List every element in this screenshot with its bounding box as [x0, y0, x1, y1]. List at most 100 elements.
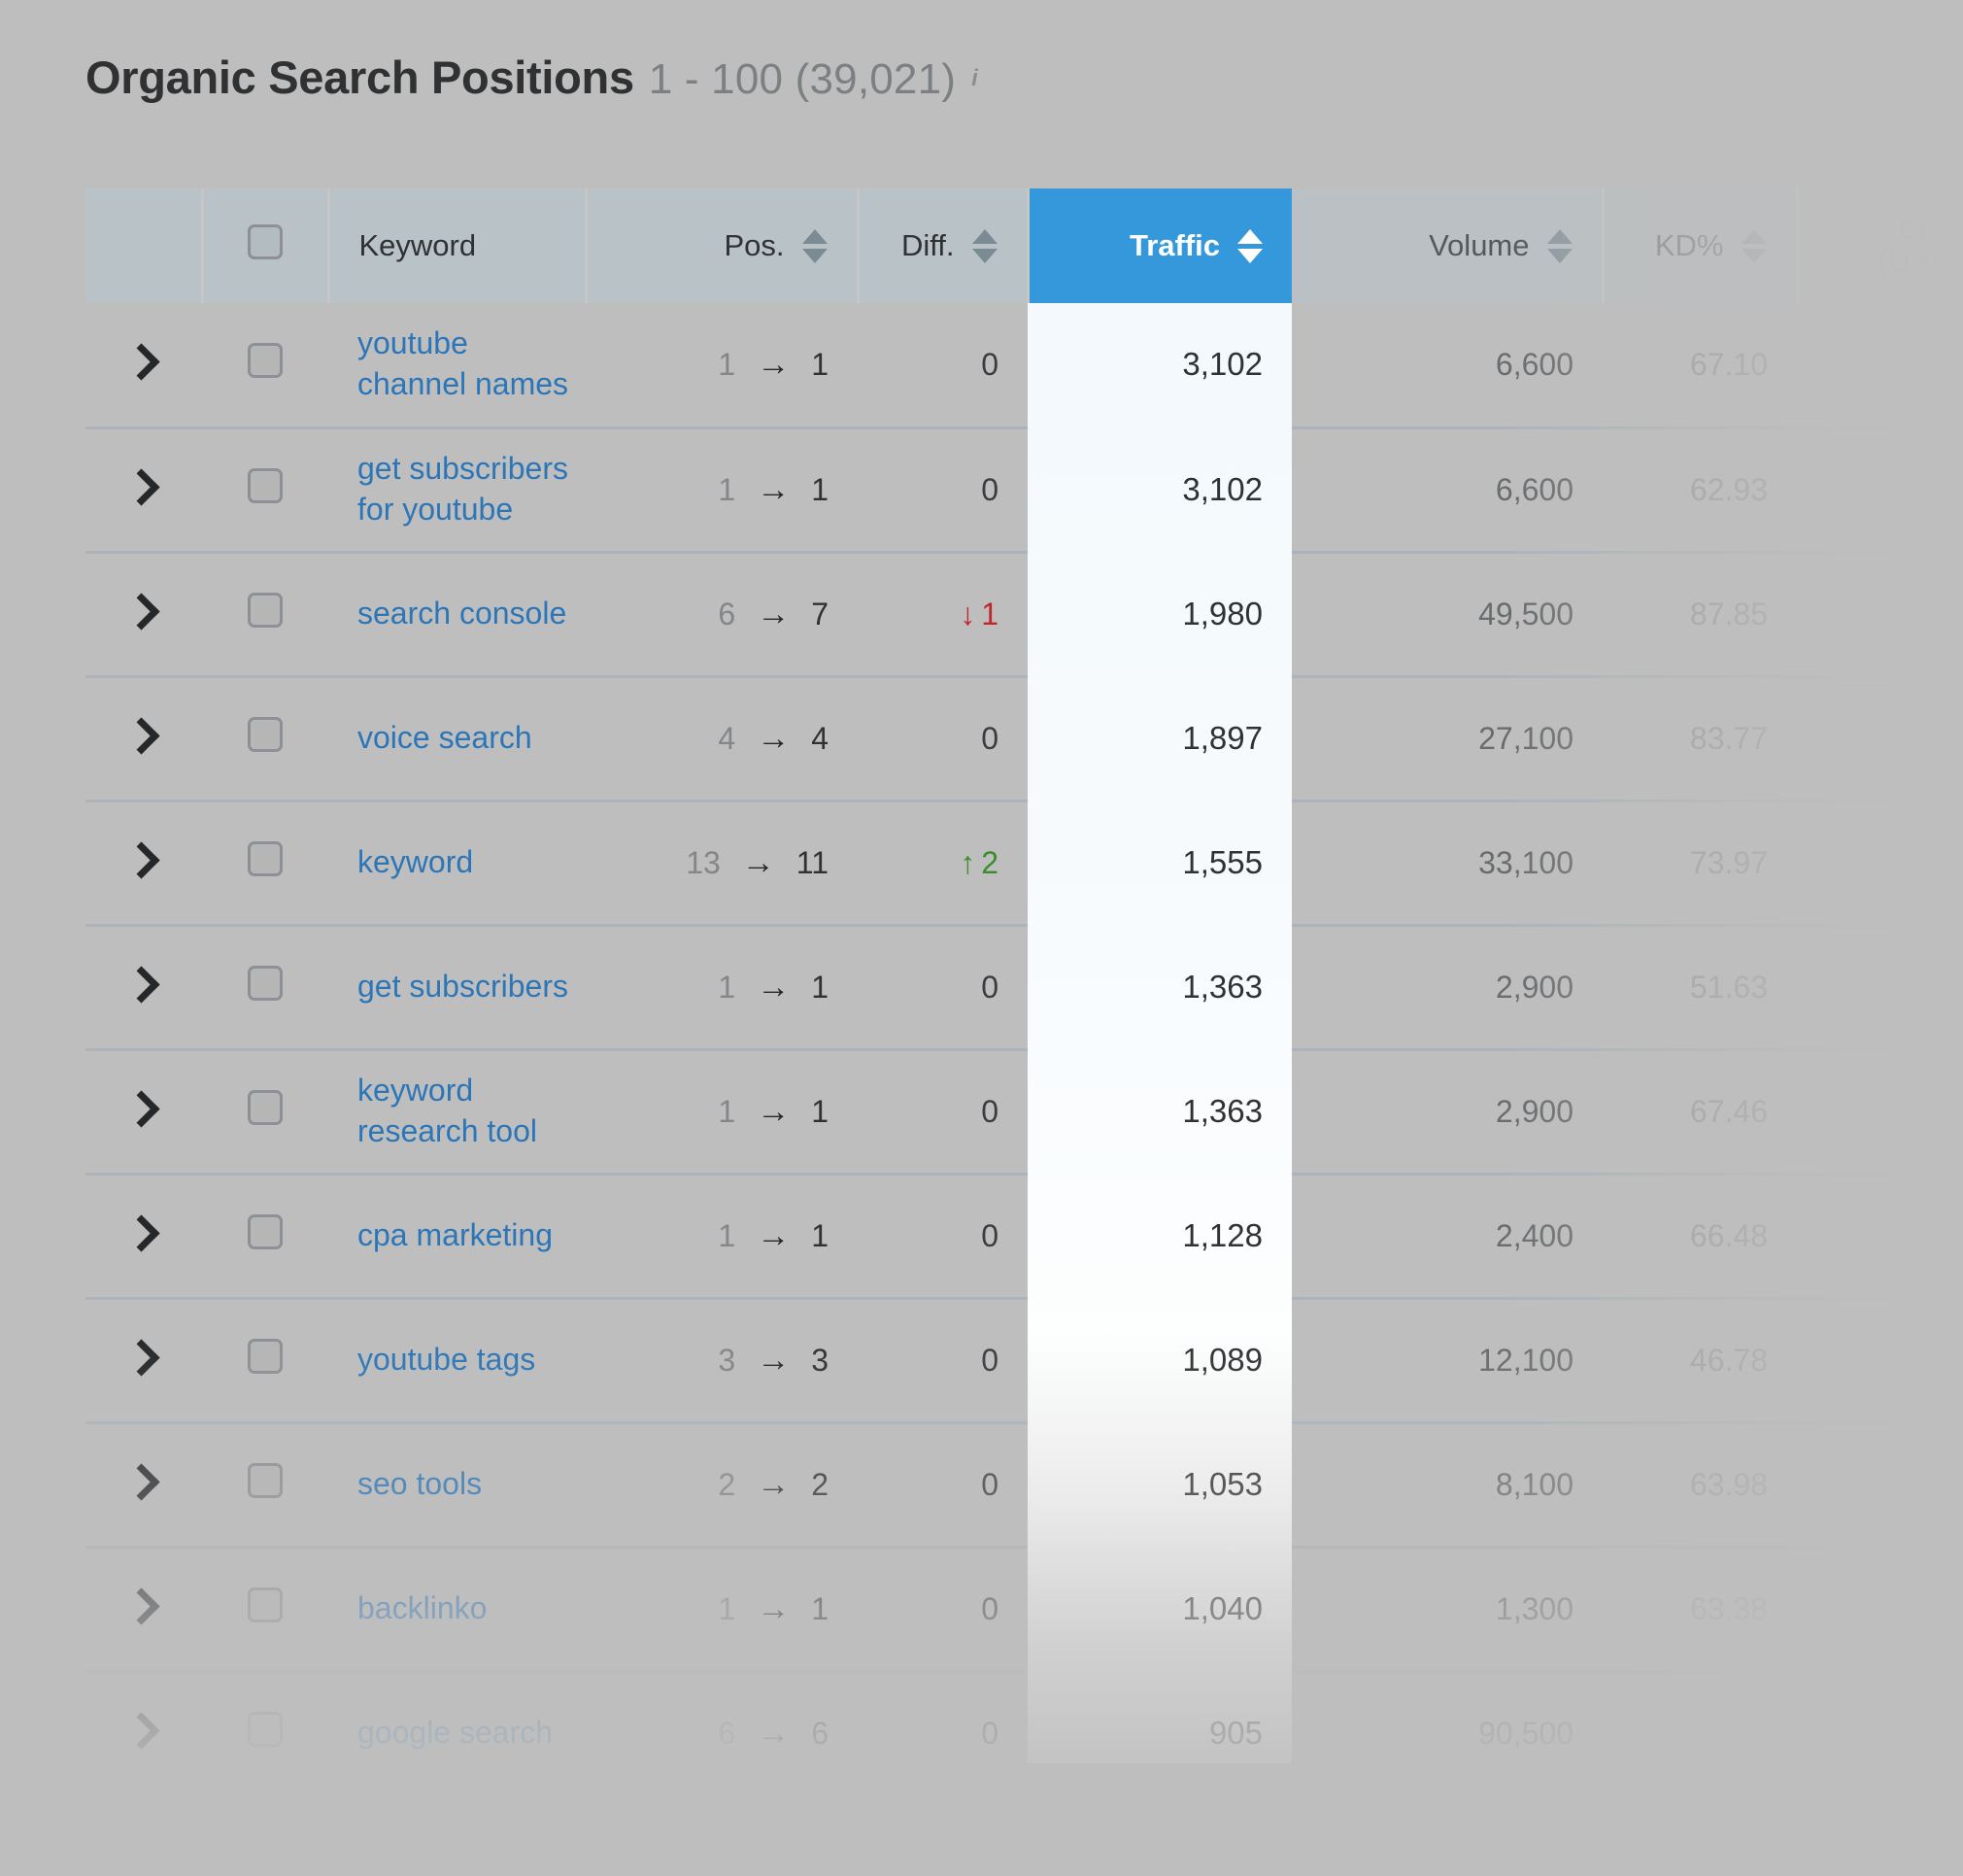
column-header-keyword[interactable]: Keyword: [328, 188, 588, 303]
keyword-cell[interactable]: youtube tags: [328, 1298, 586, 1424]
keyword-link[interactable]: google search: [357, 1713, 576, 1754]
sort-arrows-icon[interactable]: [1237, 228, 1263, 263]
chevron-right-icon[interactable]: [121, 1462, 160, 1501]
column-header-volume[interactable]: Volume: [1292, 188, 1605, 303]
row-select-cell[interactable]: [202, 1422, 328, 1549]
sort-arrows-icon[interactable]: [1546, 228, 1573, 263]
row-expand-cell[interactable]: [85, 676, 202, 802]
table-row[interactable]: search console 6 → 7 ↓ 1 1,980 49,500 87.85 1.: [85, 552, 1963, 678]
row-select-cell[interactable]: [202, 801, 328, 927]
keyword-cell[interactable]: get subscribers: [328, 925, 586, 1051]
row-checkbox[interactable]: [248, 468, 283, 503]
keyword-cell[interactable]: keyword: [328, 801, 586, 927]
keyword-cell[interactable]: seo tools: [328, 1422, 586, 1549]
keyword-link[interactable]: keyword research tool: [357, 1071, 576, 1152]
row-expand-cell[interactable]: [85, 303, 202, 429]
chevron-right-icon[interactable]: [121, 965, 160, 1004]
chevron-right-icon[interactable]: [121, 467, 160, 506]
row-select-cell[interactable]: [202, 427, 328, 554]
chevron-right-icon[interactable]: [121, 1338, 160, 1377]
column-header-traffic[interactable]: Traffic: [1028, 188, 1292, 303]
row-checkbox[interactable]: [248, 343, 283, 379]
column-header-cpc[interactable]: CPC (USD): [1797, 188, 1963, 303]
keyword-cell[interactable]: voice search: [328, 676, 586, 802]
sort-arrows-icon[interactable]: [1741, 228, 1767, 263]
row-checkbox[interactable]: [248, 1712, 283, 1747]
chevron-right-icon[interactable]: [121, 1213, 160, 1252]
row-expand-cell[interactable]: [85, 427, 202, 554]
table-row[interactable]: voice search 4 → 4 0 1,897 27,100 83.77 0.: [85, 676, 1963, 802]
row-expand-cell[interactable]: [85, 925, 202, 1051]
table-row[interactable]: backlinko 1 → 1 0 1,040 1,300 63.38: [85, 1547, 1963, 1673]
table-row[interactable]: google search 6 → 6 0 905 90,500: [85, 1671, 1963, 1797]
table-row[interactable]: keyword research tool 1 → 1 0 1,363 2,900 67.46…: [85, 1049, 1963, 1176]
table-row[interactable]: keyword 13 → 11 ↑ 2 1,555 33,100 73.97 4.: [85, 801, 1963, 927]
row-checkbox[interactable]: [248, 1339, 283, 1374]
sort-arrows-icon[interactable]: [971, 228, 998, 263]
table-row[interactable]: cpa marketing 1 → 1 0 1,128 2,400 66.48 13: [85, 1174, 1963, 1300]
row-checkbox[interactable]: [248, 841, 283, 876]
column-header-diff[interactable]: Diff.: [858, 188, 1030, 303]
row-select-cell[interactable]: [202, 1174, 328, 1300]
keyword-link[interactable]: keyword: [357, 842, 576, 883]
chevron-right-icon[interactable]: [121, 1089, 160, 1128]
row-checkbox[interactable]: [248, 1587, 283, 1622]
table-row[interactable]: get subscribers for youtube 1 → 1 0 3,102 6,60…: [85, 427, 1963, 554]
row-checkbox[interactable]: [248, 1090, 283, 1125]
keyword-link[interactable]: cpa marketing: [357, 1215, 576, 1256]
chevron-right-icon[interactable]: [121, 1711, 160, 1750]
info-icon[interactable]: i: [971, 65, 978, 92]
keyword-link[interactable]: backlinko: [357, 1588, 576, 1629]
row-select-cell[interactable]: [202, 552, 328, 678]
row-select-cell[interactable]: [202, 925, 328, 1051]
row-expand-cell[interactable]: [85, 1547, 202, 1673]
keyword-cell[interactable]: youtube channel names: [328, 303, 586, 429]
keyword-link[interactable]: youtube tags: [357, 1340, 576, 1381]
keyword-link[interactable]: get subscribers for youtube: [357, 449, 576, 530]
chevron-right-icon[interactable]: [121, 592, 160, 631]
keyword-link[interactable]: youtube channel names: [357, 324, 576, 405]
arrow-up-icon: ↑: [960, 844, 976, 880]
row-expand-cell[interactable]: [85, 1049, 202, 1176]
keyword-cell[interactable]: get subscribers for youtube: [328, 427, 586, 554]
keyword-cell[interactable]: google search: [328, 1671, 586, 1797]
chevron-right-icon[interactable]: [121, 840, 160, 879]
row-expand-cell[interactable]: [85, 552, 202, 678]
table-row[interactable]: youtube tags 3 → 3 0 1,089 12,100 46.78: [85, 1298, 1963, 1424]
row-select-cell[interactable]: [202, 1298, 328, 1424]
table-row[interactable]: seo tools 2 → 2 0 1,053 8,100 63.98 1: [85, 1422, 1963, 1549]
chevron-right-icon[interactable]: [121, 1586, 160, 1625]
row-checkbox[interactable]: [248, 1214, 283, 1249]
row-select-cell[interactable]: [202, 303, 328, 429]
keyword-cell[interactable]: keyword research tool: [328, 1049, 586, 1176]
row-expand-cell[interactable]: [85, 801, 202, 927]
chevron-right-icon[interactable]: [121, 716, 160, 755]
row-expand-cell[interactable]: [85, 1298, 202, 1424]
row-select-cell[interactable]: [202, 1547, 328, 1673]
column-header-kd[interactable]: KD%: [1603, 188, 1799, 303]
select-all-checkbox[interactable]: [248, 224, 283, 259]
row-checkbox[interactable]: [248, 717, 283, 752]
keyword-cell[interactable]: backlinko: [328, 1547, 586, 1673]
row-checkbox[interactable]: [248, 1463, 283, 1498]
column-header-select-all[interactable]: [202, 188, 330, 303]
row-expand-cell[interactable]: [85, 1422, 202, 1549]
keyword-cell[interactable]: search console: [328, 552, 586, 678]
chevron-right-icon[interactable]: [121, 343, 160, 381]
table-row[interactable]: youtube channel names 1 → 1 0 3,102 6,600 67.10…: [85, 303, 1963, 429]
row-checkbox[interactable]: [248, 593, 283, 628]
column-header-pos[interactable]: Pos.: [586, 188, 860, 303]
keyword-link[interactable]: voice search: [357, 718, 576, 759]
row-expand-cell[interactable]: [85, 1671, 202, 1797]
sort-arrows-icon[interactable]: [801, 228, 828, 263]
row-select-cell[interactable]: [202, 1671, 328, 1797]
keyword-link[interactable]: search console: [357, 594, 576, 634]
row-expand-cell[interactable]: [85, 1174, 202, 1300]
keyword-link[interactable]: get subscribers: [357, 967, 576, 1007]
table-row[interactable]: get subscribers 1 → 1 0 1,363 2,900 51.63 0.: [85, 925, 1963, 1051]
row-select-cell[interactable]: [202, 1049, 328, 1176]
keyword-link[interactable]: seo tools: [357, 1464, 576, 1505]
row-select-cell[interactable]: [202, 676, 328, 802]
row-checkbox[interactable]: [248, 966, 283, 1001]
keyword-cell[interactable]: cpa marketing: [328, 1174, 586, 1300]
